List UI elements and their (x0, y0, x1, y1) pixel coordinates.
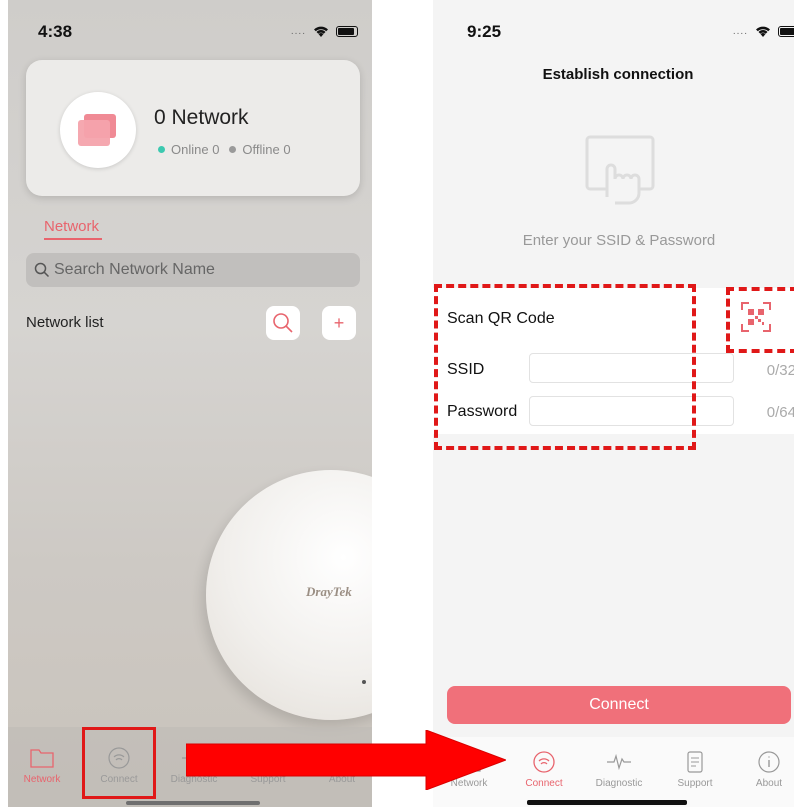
status-icons: .... (733, 24, 794, 38)
search-input[interactable]: Search Network Name (26, 253, 360, 287)
connect-button[interactable]: Connect (447, 686, 791, 724)
tab-label: Support (677, 778, 713, 789)
ssid-char-count: 0/32 (766, 362, 794, 379)
offline-count: Offline 0 (242, 142, 291, 157)
tab-network[interactable]: Network (44, 218, 99, 235)
wifi-circle-icon (533, 751, 555, 773)
pulse-icon (607, 753, 631, 771)
tab-label: About (755, 778, 783, 789)
wifi-icon (314, 26, 328, 37)
network-screen: 4:38 .... 0 Network Online 0 Offline 0 N… (8, 0, 372, 807)
password-char-count: 0/64 (766, 404, 794, 421)
status-time: 9:25 (467, 22, 502, 41)
arrow-right-icon (186, 730, 506, 790)
status-time: 4:38 (38, 22, 73, 41)
tab-bar-network[interactable]: Network (12, 747, 72, 785)
network-count-title: 0 Network (154, 106, 249, 129)
router-device-image: DrayTek (206, 470, 372, 720)
network-avatar (60, 92, 136, 168)
connect-tab-highlight (82, 727, 156, 799)
search-button[interactable] (266, 306, 300, 340)
battery-icon (336, 25, 358, 37)
folder-icon (78, 114, 116, 146)
search-icon (273, 313, 293, 333)
online-count: Online 0 (171, 142, 220, 157)
info-icon (758, 751, 780, 773)
battery-icon (778, 25, 794, 37)
folder-icon (30, 749, 54, 768)
offline-dot (229, 146, 237, 153)
status-icons: .... (291, 24, 358, 38)
tab-bar-diagnostic[interactable]: Diagnostic (589, 751, 649, 789)
network-status-row: Online 0 Offline 0 (158, 142, 291, 157)
network-list-title: Network list (26, 314, 104, 331)
wifi-icon (756, 26, 770, 37)
form-fields-highlight (434, 284, 696, 450)
qr-icon-highlight (726, 287, 794, 353)
device-led (362, 680, 366, 684)
search-placeholder: Search Network Name (54, 261, 215, 278)
brand-logo: DrayTek (306, 584, 352, 599)
tab-bar-support[interactable]: Support (665, 751, 725, 789)
home-indicator (527, 800, 687, 805)
network-summary-card[interactable]: 0 Network Online 0 Offline 0 (26, 60, 360, 196)
instruction-text: Enter your SSID & Password (522, 232, 716, 249)
tab-label: Connect (525, 778, 563, 789)
page-title: Establish connection (542, 66, 694, 83)
add-network-button[interactable]: + (322, 306, 356, 340)
online-dot (158, 146, 165, 153)
tab-label: Network (23, 774, 61, 785)
tab-bar-connect[interactable]: Connect (514, 751, 574, 789)
signal-dots-icon: .... (290, 25, 306, 37)
document-icon (687, 751, 703, 773)
tab-label: Diagnostic (595, 778, 643, 789)
tab-underline (44, 238, 102, 240)
tab-bar-about[interactable]: About (739, 751, 794, 789)
tap-device-icon (585, 135, 655, 205)
home-indicator (126, 801, 260, 805)
signal-dots-icon: .... (732, 25, 748, 37)
search-icon (34, 262, 50, 278)
